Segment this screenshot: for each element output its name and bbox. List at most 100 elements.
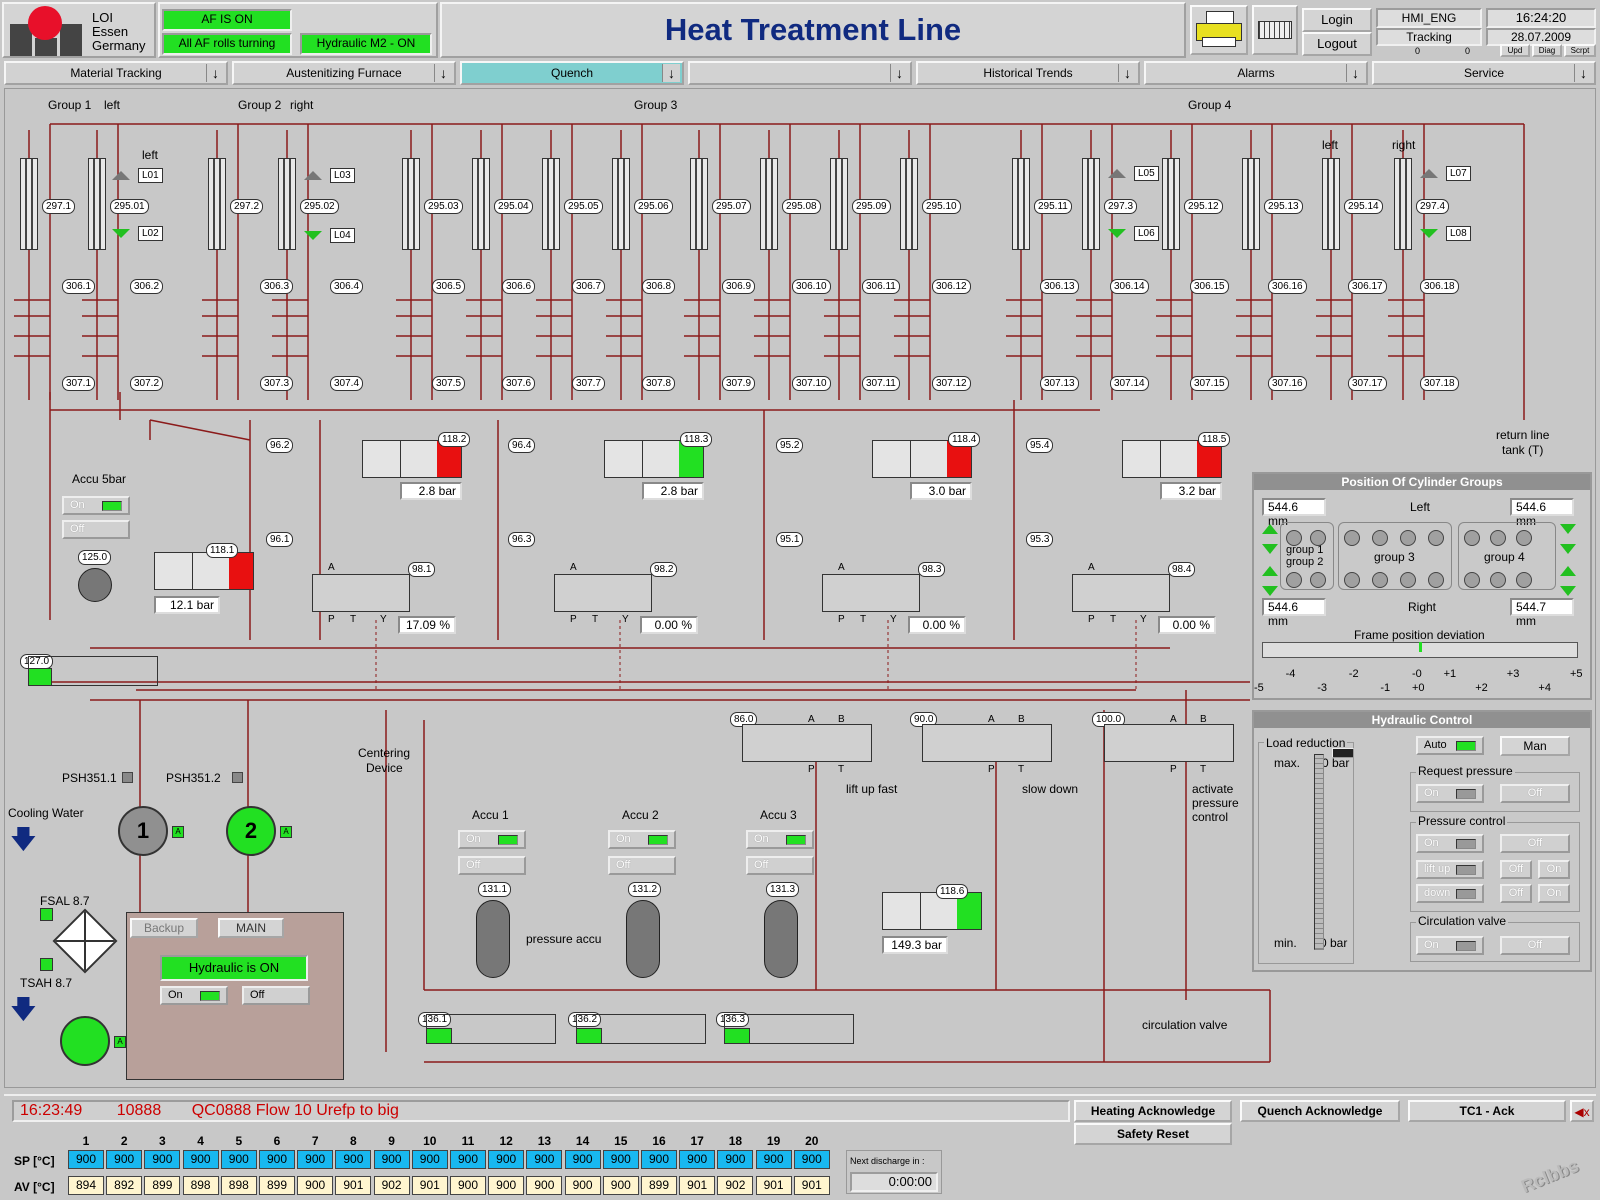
position-panel-title: Position Of Cylinder Groups (1254, 474, 1590, 490)
pos-top-left: 544.6 mm (1262, 498, 1326, 528)
accu-off-button[interactable]: Off (746, 856, 814, 875)
sensor-118-1-tag: 118.1 (206, 543, 239, 558)
heating-acknowledge-button[interactable]: Heating Acknowledge (1074, 1100, 1232, 1122)
pump-a-indicator: A (280, 826, 292, 838)
position-up-icon[interactable] (1262, 524, 1278, 534)
accu-off-button[interactable]: Off (608, 856, 676, 875)
sp-cell: 900 (755, 1150, 792, 1169)
av-label: AV [°C] (14, 1180, 55, 1194)
position-up-icon[interactable] (1560, 566, 1576, 576)
auto-button[interactable]: Auto (1416, 736, 1484, 755)
sp-cell: 900 (564, 1150, 601, 1169)
valve-306-tag: 306.1 (62, 279, 96, 294)
port-p: P (808, 764, 815, 775)
pressure-control-label: Pressure control (1416, 814, 1508, 828)
limit-tag-5: L05 (1134, 166, 1159, 181)
status-indicator (1456, 741, 1476, 751)
accu5-bar-value: 12.1 bar (154, 596, 220, 614)
group4-text: group 4 (1484, 550, 1525, 564)
scale-label: -0 (1412, 668, 1422, 680)
accumulator-icon (626, 900, 660, 978)
port-a: A (1170, 714, 1177, 725)
cylinder-6 (472, 158, 490, 250)
prop-valve-tag: 98.3 (918, 562, 946, 577)
valve-306-tag: 306.5 (432, 279, 466, 294)
safety-reset-button[interactable]: Safety Reset (1074, 1123, 1232, 1145)
directional-valve (742, 724, 872, 762)
av-cell: 899 (259, 1176, 295, 1195)
cylinder-position-dot (1372, 572, 1388, 588)
valve-306-tag: 306.15 (1190, 279, 1229, 294)
av-cell: 900 (450, 1176, 486, 1195)
sensor-118-6-tag: 118.6 (936, 884, 969, 899)
scale-label: +5 (1570, 668, 1583, 680)
bottom-valve-indicator (576, 1028, 602, 1044)
cylinder-value-16: 295.13 (1264, 199, 1303, 214)
accu-off-button[interactable]: Off (458, 856, 526, 875)
pc-off-button[interactable]: Off (1500, 834, 1570, 853)
cylinder-position-dot (1464, 530, 1480, 546)
liftup-toggle[interactable]: lift up (1416, 860, 1484, 879)
av-cell: 901 (793, 1176, 830, 1195)
down-toggle[interactable]: down (1416, 884, 1484, 903)
man-button[interactable]: Man (1500, 736, 1570, 756)
tc1-ack-button[interactable]: TC1 - Ack (1408, 1100, 1566, 1122)
liftup-off-button[interactable]: Off (1500, 860, 1532, 879)
sp-cell: 900 (488, 1150, 525, 1169)
accu-label: Accu 1 (472, 808, 509, 822)
cylinder-12 (900, 158, 918, 250)
main-button[interactable]: MAIN (218, 918, 284, 938)
limit-tag-7: L07 (1446, 166, 1471, 181)
accu-on-button[interactable]: On (746, 830, 814, 849)
group4-label: Group 4 (1188, 98, 1232, 112)
position-up-icon[interactable] (1262, 566, 1278, 576)
hydraulic-off-button[interactable]: Off (242, 986, 310, 1005)
accu-on-button[interactable]: On (608, 830, 676, 849)
port-p: P (328, 614, 335, 625)
port-y: Y (380, 614, 387, 625)
discharge-value: 0:00:00 (850, 1172, 938, 1192)
right-label: right (1392, 138, 1416, 152)
scale-label: +4 (1538, 682, 1551, 694)
position-down-icon[interactable] (1560, 586, 1576, 596)
circ-off-button[interactable]: Off (1500, 936, 1570, 955)
sound-button[interactable]: ◀x (1570, 1100, 1594, 1122)
load-slider-handle[interactable] (1332, 748, 1354, 758)
position-down-icon[interactable] (1560, 524, 1576, 534)
pressure-value: 2.8 bar (400, 482, 462, 500)
sensor-118-6-value: 149.3 bar (882, 936, 948, 954)
load-slider-track[interactable] (1314, 754, 1324, 950)
cylinder-position-dot (1344, 530, 1360, 546)
status-indicator (1456, 789, 1476, 799)
down-on-button[interactable]: On (1538, 884, 1570, 903)
hydraulic-on-button[interactable]: On (160, 986, 228, 1005)
circ-on-button[interactable]: On (1416, 936, 1484, 955)
request-on-button[interactable]: On (1416, 784, 1484, 803)
accumulator-icon (476, 900, 510, 978)
valve-307-tag: 307.6 (502, 376, 536, 391)
liftup-on-button[interactable]: On (1538, 860, 1570, 879)
accu5-off-button[interactable]: Off (62, 520, 130, 539)
av-cell: 900 (488, 1176, 525, 1195)
position-down-icon[interactable] (1262, 544, 1278, 554)
down-off-button[interactable]: Off (1500, 884, 1532, 903)
request-off-button[interactable]: Off (1500, 784, 1570, 803)
cylinder-value-14: 297.3 (1104, 199, 1138, 214)
backup-button[interactable]: Backup (130, 918, 198, 938)
pressure-accu-label: pressure accu (526, 932, 602, 946)
accu-on-button[interactable]: On (458, 830, 526, 849)
left-label-2: left (1322, 138, 1339, 152)
tsah-label: TSAH 8.7 (20, 976, 73, 990)
port-b: B (838, 714, 845, 725)
position-down-icon[interactable] (1560, 544, 1576, 554)
alarm-line[interactable]: 16:23:49 10888 QC0888 Flow 10 Urefp to b… (12, 1100, 1070, 1122)
accu5-on-button[interactable]: On (62, 496, 130, 515)
circulation-label: Circulation valve (1416, 914, 1509, 928)
pump-a-indicator: A (172, 826, 184, 838)
quench-acknowledge-button[interactable]: Quench Acknowledge (1240, 1100, 1400, 1122)
pc-on-button[interactable]: On (1416, 834, 1484, 853)
sp-cell: 900 (335, 1150, 372, 1169)
pos-top-right: 544.6 mm (1510, 498, 1574, 528)
pump-1: 1 (118, 806, 168, 856)
position-down-icon[interactable] (1262, 586, 1278, 596)
